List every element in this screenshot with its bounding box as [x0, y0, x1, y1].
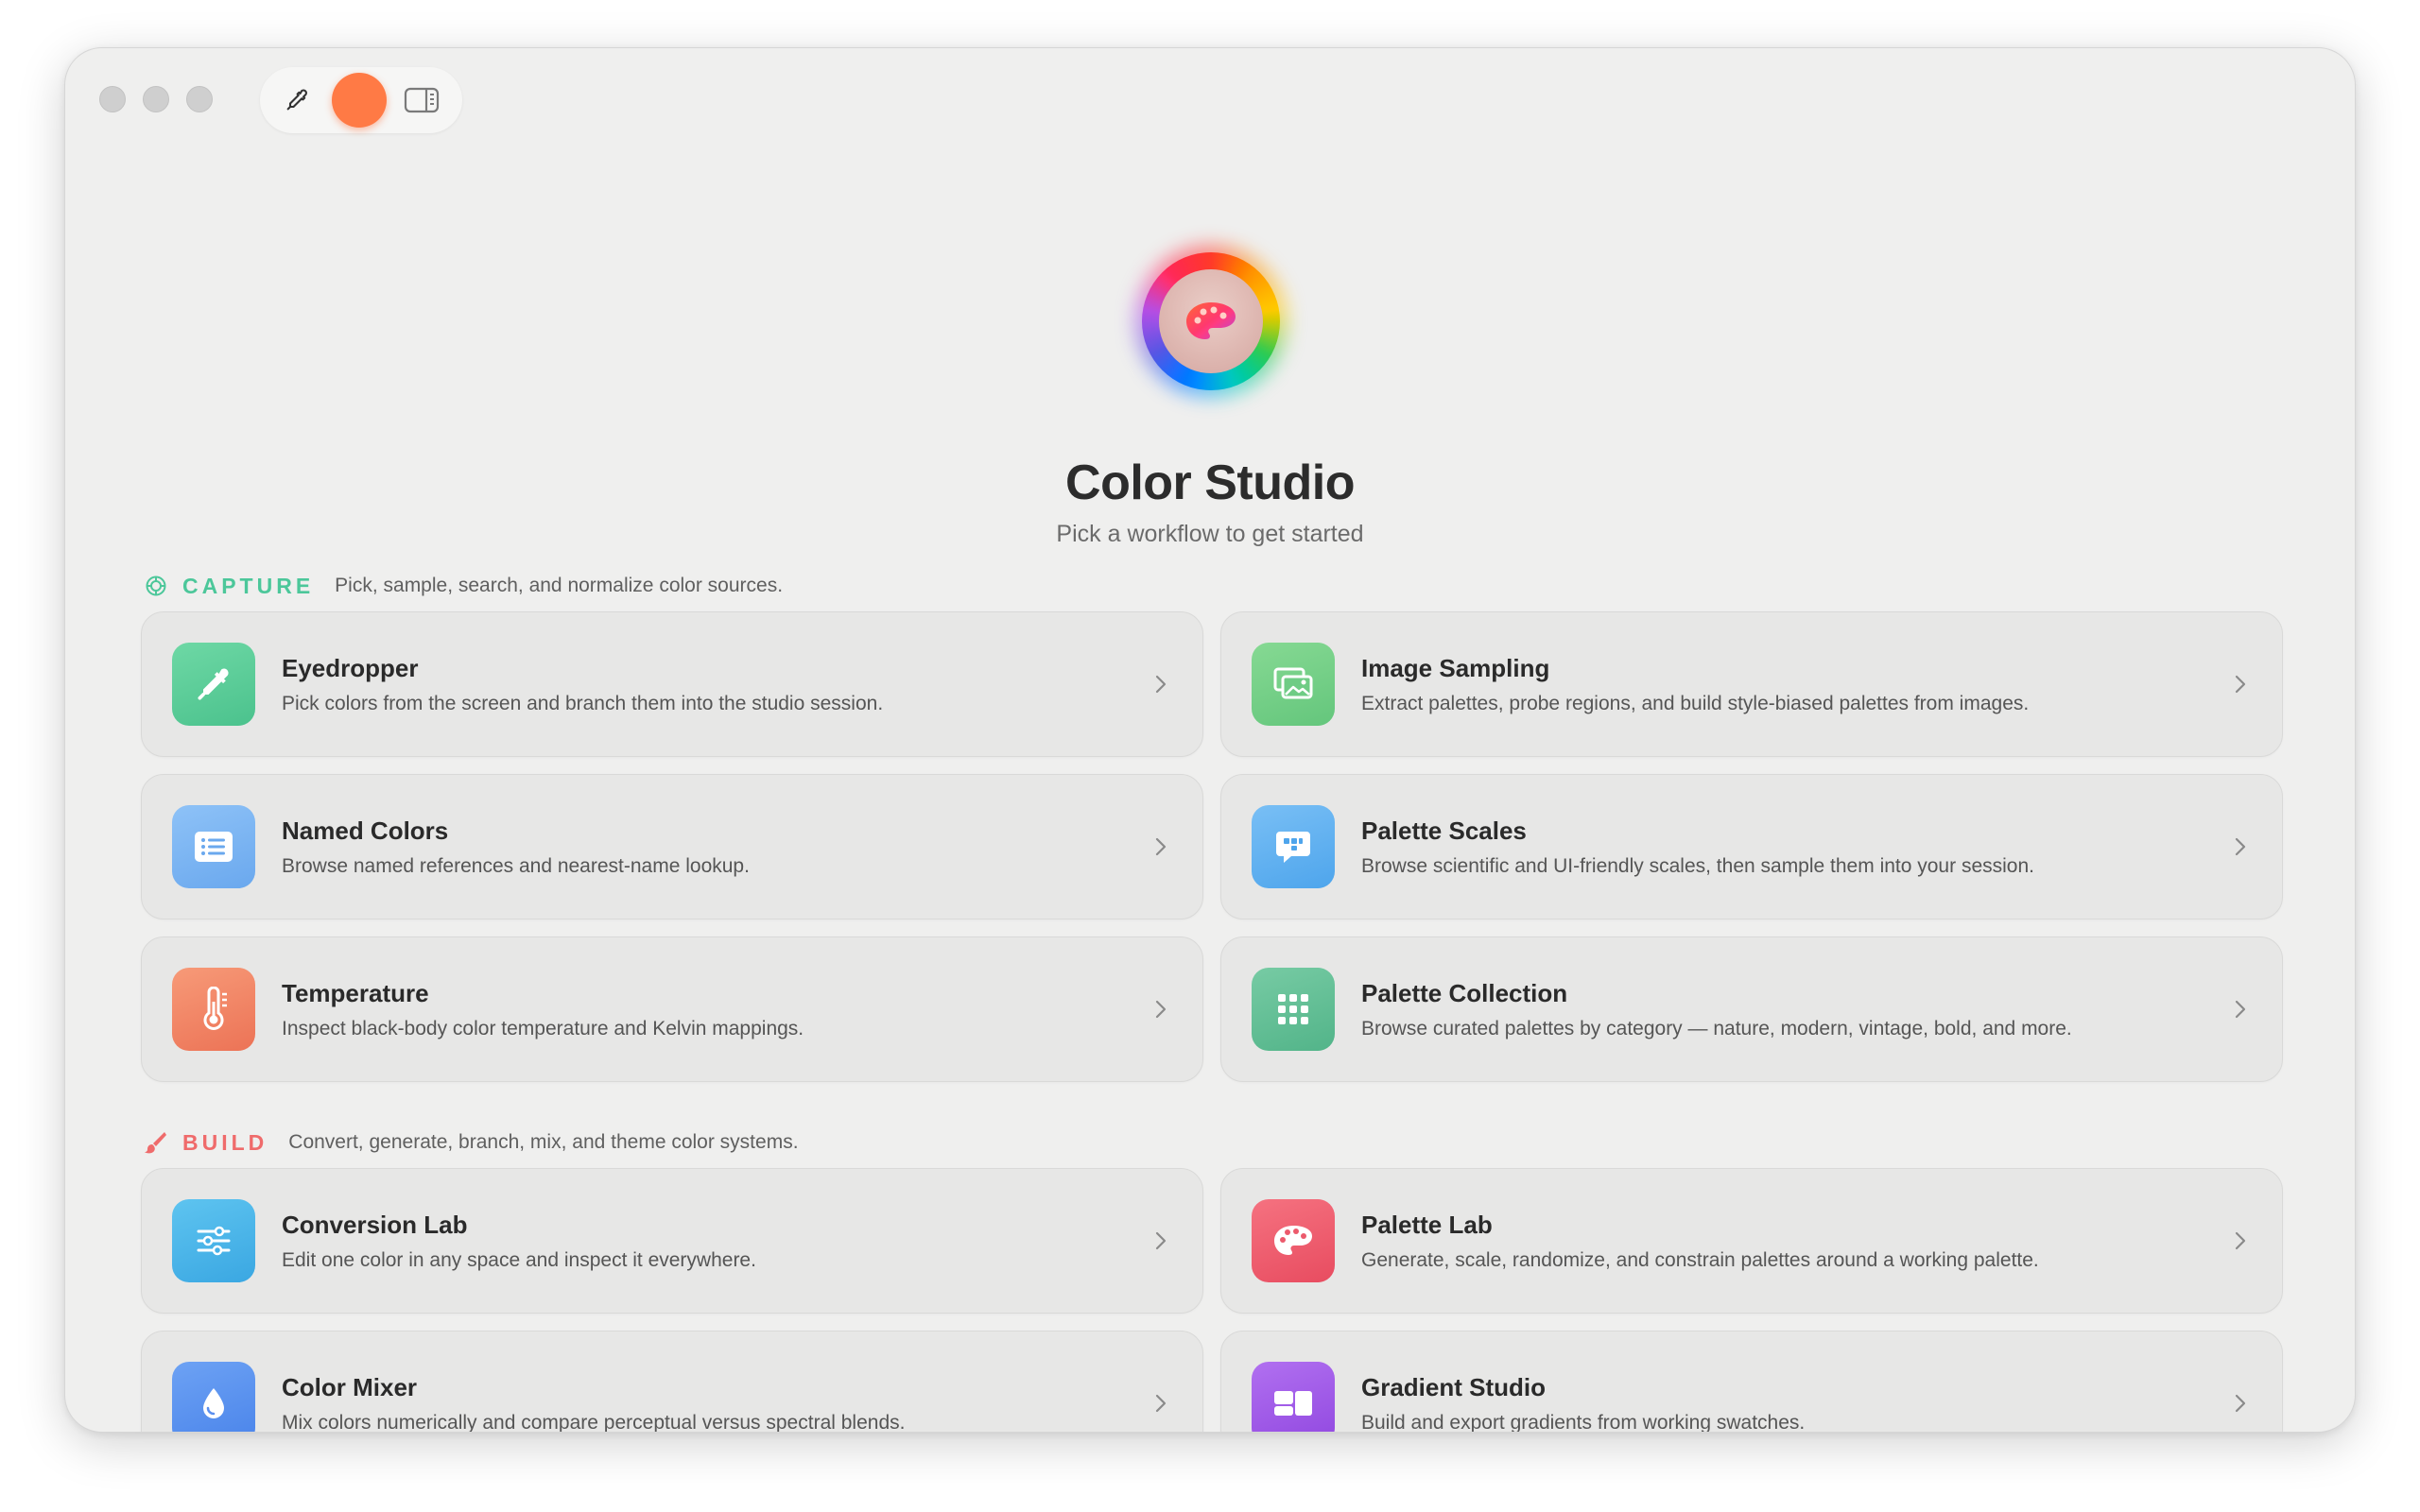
page-title: Color Studio [1065, 455, 1355, 510]
palette-icon [1186, 302, 1236, 339]
card-description: Pick colors from the screen and branch t… [282, 692, 884, 714]
card-icon-tile [1252, 643, 1335, 726]
list-icon [195, 832, 233, 862]
workflow-card-temperature[interactable]: Temperature Inspect black-body color tem… [141, 936, 1203, 1082]
card-icon-tile [172, 968, 255, 1051]
card-description: Inspect black-body color temperature and… [282, 1017, 804, 1040]
image-stack-icon [1273, 667, 1313, 699]
card-icon-tile [172, 1199, 255, 1282]
workflow-card-color-mixer[interactable]: Color Mixer Mix colors numerically and c… [141, 1331, 1203, 1433]
chevron-right-icon [1155, 1231, 1167, 1250]
card-title: Palette Scales [1361, 816, 1527, 845]
card-title: Image Sampling [1361, 653, 1550, 682]
card-description: Browse named references and nearest-name… [282, 854, 750, 877]
workflow-card-image-sampling[interactable]: Image Sampling Extract palettes, probe r… [1220, 611, 2283, 757]
eyedropper-icon [286, 89, 307, 111]
workflow-card-palette-collection[interactable]: Palette Collection Browse curated palett… [1220, 936, 2283, 1082]
card-icon-tile [172, 643, 255, 726]
card-description: Build and export gradients from working … [1361, 1411, 1806, 1433]
card-title: Palette Lab [1361, 1210, 1493, 1239]
workflow-card-eyedropper[interactable]: Eyedropper Pick colors from the screen a… [141, 611, 1203, 757]
palette-icon [1274, 1226, 1312, 1255]
gradient-blocks-icon [1274, 1391, 1312, 1416]
page-subtitle: Pick a workflow to get started [1056, 521, 1364, 547]
grid-icon [1278, 994, 1308, 1024]
card-description: Mix colors numerically and compare perce… [282, 1411, 906, 1433]
workflow-card-named-colors[interactable]: Named Colors Browse named references and… [141, 774, 1203, 919]
section-description: Convert, generate, branch, mix, and them… [288, 1131, 799, 1153]
card-title: Gradient Studio [1361, 1372, 1546, 1401]
section-title: CAPTURE [182, 573, 315, 598]
card-icon-tile [172, 805, 255, 888]
window-controls [99, 86, 213, 112]
chevron-right-icon [2235, 1000, 2246, 1019]
workflow-card-palette-scales[interactable]: Palette Scales Browse scientific and UI-… [1220, 774, 2283, 919]
capture-target-icon [146, 576, 166, 596]
card-icon-tile [1252, 1362, 1335, 1432]
card-description: Browse scientific and UI-friendly scales… [1361, 854, 2034, 877]
swatch-chat-icon [1276, 832, 1310, 863]
workflow-card-conversion-lab[interactable]: Conversion Lab Edit one color in any spa… [141, 1168, 1203, 1314]
chevron-right-icon [1155, 1394, 1167, 1413]
section-header-capture: CAPTURE Pick, sample, search, and normal… [143, 571, 783, 601]
app-window: Color Studio Pick a workflow to get star… [64, 47, 2356, 1433]
section-header-build: BUILD Convert, generate, branch, mix, an… [143, 1127, 799, 1158]
card-title: Conversion Lab [282, 1210, 468, 1239]
card-icon-tile [1252, 805, 1335, 888]
section-description: Pick, sample, search, and normalize colo… [335, 575, 784, 596]
card-title: Color Mixer [282, 1372, 418, 1401]
toolbar [260, 67, 462, 133]
chevron-right-icon [1155, 837, 1167, 856]
sidebar-toggle-button[interactable] [398, 77, 445, 124]
chevron-right-icon [1155, 675, 1167, 694]
sliders-icon [197, 1226, 231, 1256]
card-icon-tile [1252, 1199, 1335, 1282]
card-title: Eyedropper [282, 653, 419, 682]
minimize-window-button[interactable] [143, 86, 169, 112]
section-title: BUILD [182, 1129, 268, 1155]
chevron-right-icon [2235, 675, 2246, 694]
drop-icon [203, 1388, 224, 1418]
zoom-window-button[interactable] [186, 86, 213, 112]
card-description: Edit one color in any space and inspect … [282, 1248, 756, 1271]
workflow-card-palette-lab[interactable]: Palette Lab Generate, scale, randomize, … [1220, 1168, 2283, 1314]
card-description: Browse curated palettes by category — na… [1361, 1017, 2072, 1040]
paintbrush-icon [145, 1132, 166, 1154]
app-logo [1142, 252, 1280, 390]
close-window-button[interactable] [99, 86, 126, 112]
chevron-right-icon [2235, 1231, 2246, 1250]
current-color-swatch[interactable] [332, 73, 387, 128]
card-title: Palette Collection [1361, 978, 1568, 1007]
workflow-card-gradient-studio[interactable]: Gradient Studio Build and export gradien… [1220, 1331, 2283, 1433]
card-description: Extract palettes, probe regions, and bui… [1361, 692, 2030, 714]
card-icon-tile [1252, 968, 1335, 1051]
sidebar-toggle-icon [404, 87, 440, 113]
chevron-right-icon [1155, 1000, 1167, 1019]
card-icon-tile [172, 1362, 255, 1432]
chevron-right-icon [2235, 1394, 2246, 1413]
thermometer-icon [203, 987, 227, 1030]
chevron-right-icon [2235, 837, 2246, 856]
card-title: Named Colors [282, 816, 449, 845]
eyedropper-tool-button[interactable] [273, 77, 320, 124]
card-title: Temperature [282, 978, 429, 1007]
eyedropper-icon [198, 668, 229, 700]
card-description: Generate, scale, randomize, and constrai… [1361, 1248, 2039, 1271]
